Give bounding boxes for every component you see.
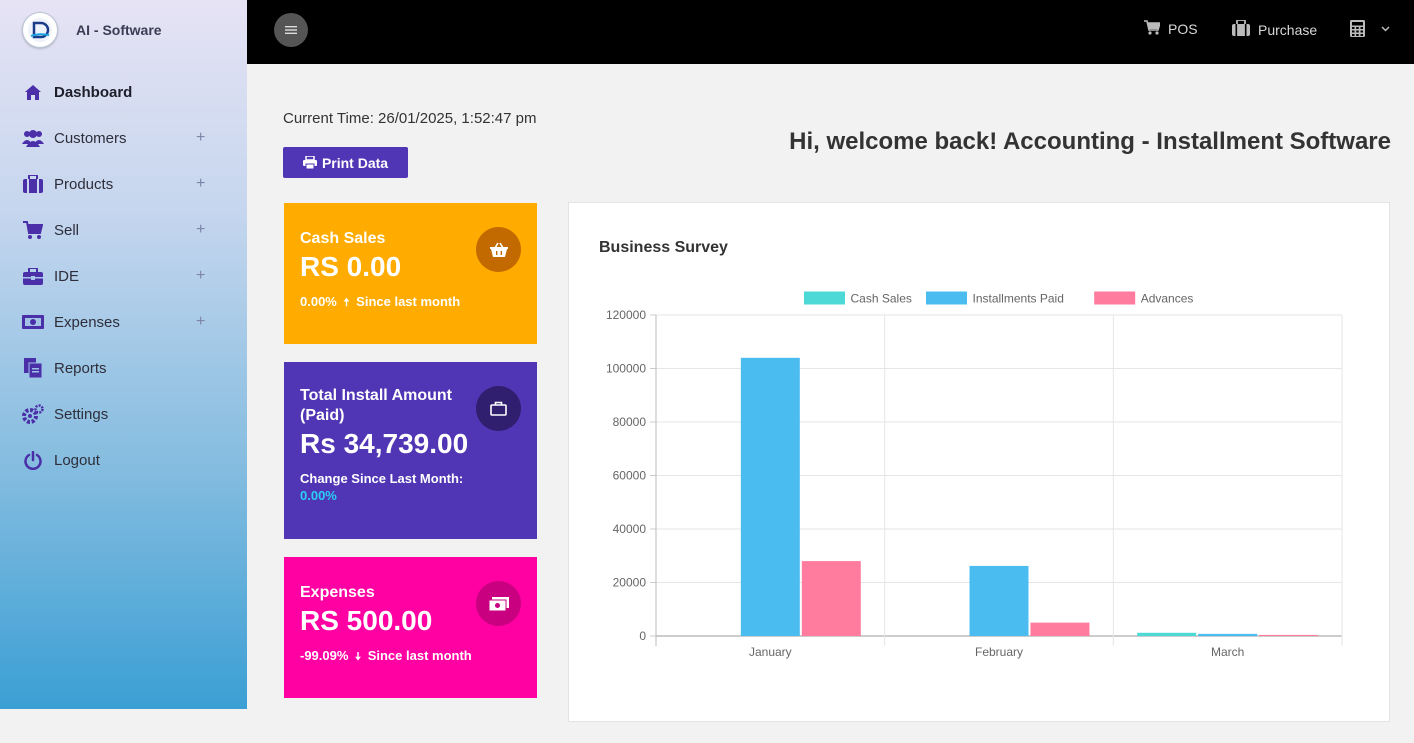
- bar: [740, 357, 800, 636]
- home-icon: [22, 81, 44, 103]
- sidebar-item-label: Customers: [54, 129, 127, 147]
- legend-swatch: [926, 291, 967, 305]
- expand-plus-icon[interactable]: +: [196, 314, 205, 330]
- logo: [22, 12, 58, 48]
- expenses-card: Expenses RS 500.00 -99.09% 🠇 Since last …: [284, 557, 537, 698]
- cart-icon: [22, 219, 44, 241]
- card-change: Change Since Last Month: 0.00%: [300, 470, 521, 504]
- sidebar-nav: Dashboard Customers + Products + Sell +: [0, 69, 247, 483]
- card-change: -99.09% 🠇 Since last month: [300, 648, 521, 667]
- total-install-card: Total Install Amount (Paid) Rs 34,739.00…: [284, 362, 537, 539]
- y-tick-label: 0: [639, 629, 646, 643]
- bar: [1259, 634, 1319, 636]
- expand-plus-icon[interactable]: +: [196, 222, 205, 238]
- chart-title: Business Survey: [599, 239, 728, 256]
- change-percent: 0.00%: [300, 488, 337, 503]
- legend-label: Cash Sales: [851, 292, 912, 306]
- pos-label: POS: [1168, 21, 1198, 37]
- brand[interactable]: AI - Software: [22, 12, 162, 48]
- bar: [969, 565, 1029, 636]
- bar: [1030, 622, 1090, 636]
- brand-name: AI - Software: [76, 22, 162, 38]
- calculator-icon: [1350, 20, 1365, 40]
- current-time: Current Time: 26/01/2025, 1:52:47 pm: [283, 110, 537, 127]
- arrow-up-icon: 🠅: [343, 297, 350, 309]
- y-tick-label: 40000: [613, 522, 647, 536]
- money-icon: [476, 581, 521, 626]
- card-value: Rs 34,739.00: [300, 428, 469, 459]
- bar: [801, 561, 861, 636]
- y-tick-label: 80000: [613, 415, 647, 429]
- expand-plus-icon[interactable]: +: [196, 130, 205, 146]
- sidebar-item-ide[interactable]: IDE +: [0, 253, 247, 299]
- top-bar: POS Purchase: [247, 0, 1414, 64]
- sidebar-item-expenses[interactable]: Expenses +: [0, 299, 247, 345]
- cogs-icon: [22, 403, 44, 425]
- bag-icon: [476, 386, 521, 431]
- change-label: Change Since Last Month:: [300, 471, 464, 486]
- x-tick-label: January: [749, 645, 792, 659]
- sidebar-item-products[interactable]: Products +: [0, 161, 247, 207]
- change-percent: -99.09%: [300, 648, 349, 663]
- card-title: Total Install Amount (Paid): [300, 387, 452, 424]
- sidebar: AI - Software Dashboard Customers + Prod…: [0, 0, 247, 709]
- change-percent: 0.00%: [300, 294, 337, 309]
- change-since: Since last month: [367, 648, 472, 663]
- briefcase-icon: [22, 173, 44, 195]
- y-tick-label: 60000: [613, 469, 647, 483]
- documents-icon: [22, 357, 44, 379]
- users-icon: [22, 127, 44, 149]
- legend-label: Installments Paid: [973, 292, 1064, 306]
- sidebar-item-customers[interactable]: Customers +: [0, 115, 247, 161]
- hamburger-menu-button[interactable]: [274, 13, 308, 47]
- expand-plus-icon[interactable]: +: [196, 176, 205, 192]
- sidebar-item-label: Products: [54, 175, 114, 193]
- legend-swatch: [804, 291, 845, 305]
- sidebar-item-label: Settings: [54, 405, 109, 423]
- calculator-dropdown[interactable]: [1350, 20, 1390, 40]
- purchase-link[interactable]: Purchase: [1232, 19, 1318, 39]
- sidebar-item-logout[interactable]: Logout: [0, 437, 247, 483]
- card-change: 0.00% 🠅 Since last month: [300, 294, 521, 313]
- print-data-button[interactable]: Print Data: [283, 147, 408, 178]
- print-data-label: Print Data: [321, 154, 389, 171]
- change-since: Since last month: [356, 294, 461, 309]
- sidebar-item-label: Logout: [54, 451, 100, 469]
- y-tick-label: 120000: [606, 308, 646, 322]
- sidebar-item-label: Sell: [54, 221, 80, 239]
- printer-icon: [302, 156, 317, 169]
- sidebar-item-label: IDE: [54, 267, 80, 285]
- sidebar-item-sell[interactable]: Sell +: [0, 207, 247, 253]
- cash-sales-card: Cash Sales RS 0.00 0.00% 🠅 Since last mo…: [284, 203, 537, 344]
- legend-label: Advances: [1141, 292, 1194, 306]
- y-tick-label: 100000: [606, 362, 646, 376]
- sidebar-item-label: Expenses: [54, 313, 120, 331]
- hamburger-icon: [285, 26, 297, 34]
- toolbox-icon: [22, 265, 44, 287]
- pos-link[interactable]: POS: [1144, 20, 1198, 38]
- power-icon: [22, 449, 44, 471]
- bar: [1198, 633, 1258, 636]
- business-survey-panel: Business Survey 0 20000 40000 60000 80000 100…: [568, 202, 1390, 722]
- x-tick-label: March: [1211, 645, 1244, 659]
- briefcase-icon: [1232, 19, 1250, 39]
- legend-swatch: [1094, 291, 1136, 305]
- sidebar-item-settings[interactable]: Settings: [0, 391, 247, 437]
- welcome-heading: Hi, welcome back! Accounting - Installme…: [789, 128, 1391, 155]
- chevron-down-icon: [1381, 19, 1390, 35]
- sidebar-item-reports[interactable]: Reports: [0, 345, 247, 391]
- cart-icon: [1144, 20, 1162, 38]
- expand-plus-icon[interactable]: +: [196, 268, 205, 284]
- money-icon: [22, 311, 44, 333]
- bar: [1137, 632, 1197, 636]
- basket-icon: [476, 227, 521, 272]
- sidebar-item-label: Dashboard: [54, 83, 133, 101]
- arrow-down-icon: 🠇: [355, 651, 362, 663]
- x-tick-label: February: [975, 645, 1023, 659]
- sidebar-item-dashboard[interactable]: Dashboard: [0, 69, 247, 115]
- bar-chart: 0 20000 40000 60000 80000 100000 120000 January…: [606, 291, 1343, 659]
- sidebar-item-label: Reports: [54, 359, 107, 377]
- y-tick-label: 20000: [613, 576, 647, 590]
- purchase-label: Purchase: [1258, 21, 1318, 38]
